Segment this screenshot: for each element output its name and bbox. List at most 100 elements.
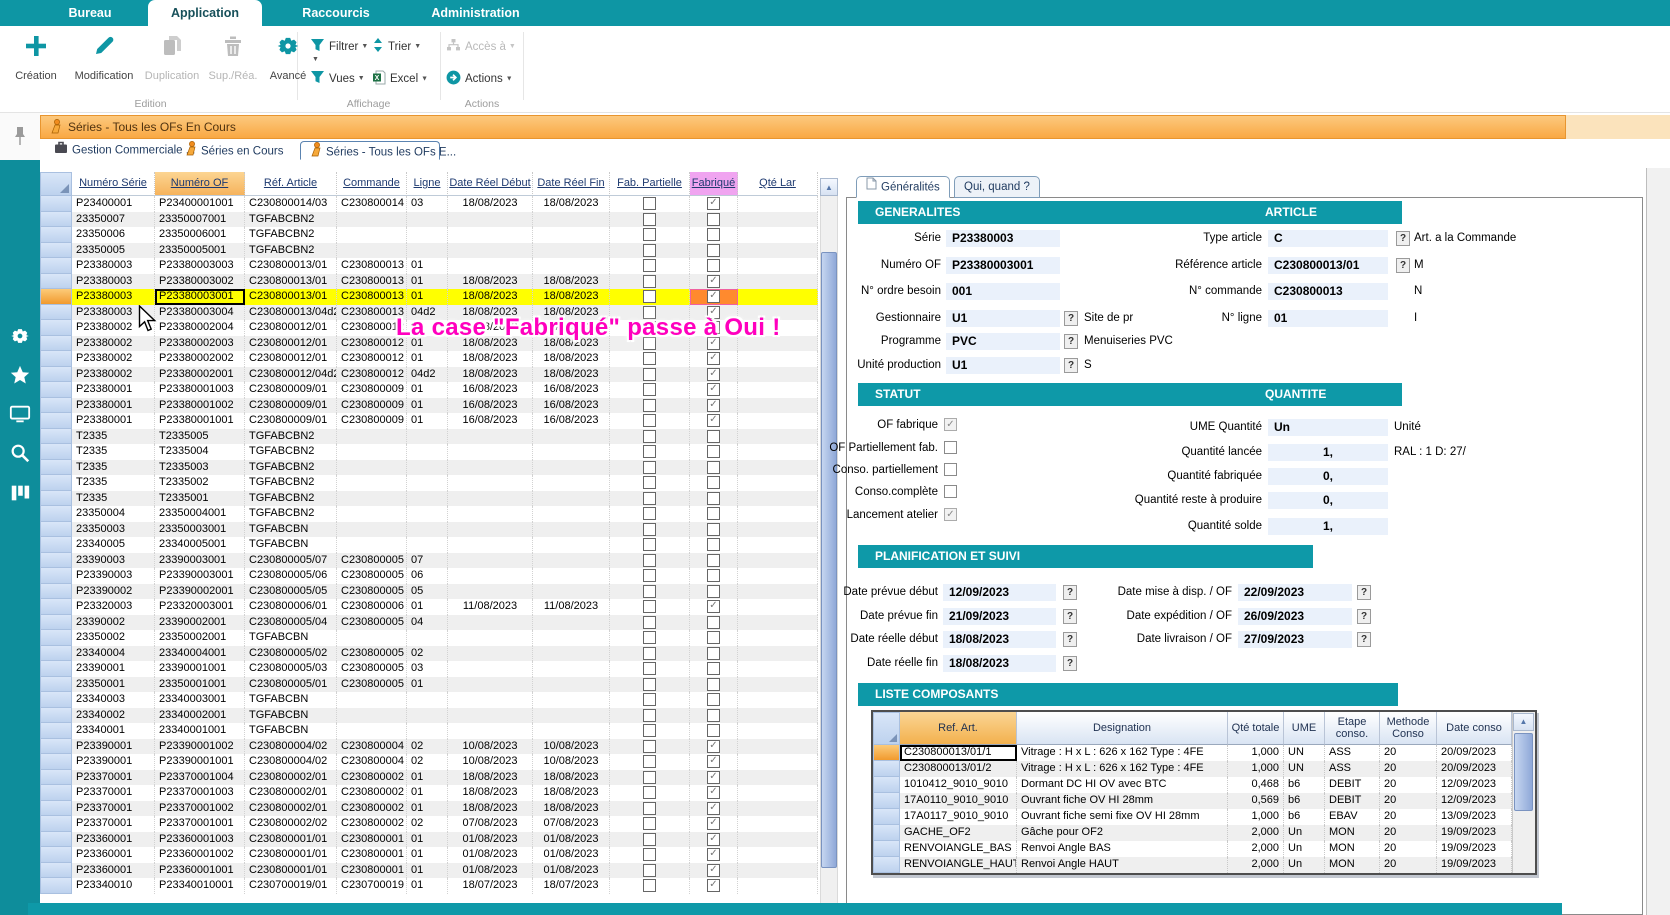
table-row[interactable]: 2334000523340005001TGFABCBN bbox=[40, 537, 818, 553]
field-value-qte-0[interactable]: Un bbox=[1268, 419, 1388, 436]
field-value-plan-l-3[interactable]: 18/08/2023 bbox=[943, 655, 1056, 672]
row-header[interactable] bbox=[40, 289, 72, 305]
checkbox-fabrique[interactable]: ✓ bbox=[707, 197, 720, 210]
table-row[interactable]: P23360001P23360001003C230800001/01C23080… bbox=[40, 832, 818, 848]
field-value-art-0[interactable]: C bbox=[1268, 230, 1388, 247]
statut-checkbox-1[interactable] bbox=[944, 441, 957, 454]
statut-checkbox-4[interactable]: ✓ bbox=[944, 508, 957, 521]
help-button[interactable]: ? bbox=[1396, 258, 1410, 273]
row-header[interactable] bbox=[40, 475, 72, 491]
row-header[interactable] bbox=[40, 801, 72, 817]
row-header[interactable] bbox=[40, 258, 72, 274]
checkbox-fab-partielle[interactable] bbox=[643, 352, 656, 365]
help-button[interactable]: ? bbox=[1064, 358, 1078, 373]
table-row[interactable]: P23370001P23370001003C230800002/01C23080… bbox=[40, 785, 818, 801]
field-value-plan-r-1[interactable]: 26/09/2023 bbox=[1238, 608, 1352, 625]
checkbox-fabrique[interactable] bbox=[707, 709, 720, 722]
table-row[interactable]: 2335000323350003001TGFABCBN bbox=[40, 522, 818, 538]
checkbox-fabrique[interactable]: ✓ bbox=[707, 740, 720, 753]
composant-header-etape-conso-[interactable]: Etape conso. bbox=[1325, 712, 1380, 745]
toolbar-button-vues[interactable]: Vues▼ bbox=[310, 70, 365, 88]
menu-tab-application[interactable]: Application bbox=[148, 0, 262, 26]
table-row[interactable]: 2339000323390003001C230800005/07C2308000… bbox=[40, 553, 818, 569]
panel-tab-2[interactable]: Qui, quand ? bbox=[954, 176, 1040, 198]
composant-row-header[interactable] bbox=[873, 809, 900, 825]
checkbox-fabrique[interactable]: ✓ bbox=[707, 864, 720, 877]
field-value-qte-4[interactable]: 1, bbox=[1268, 518, 1388, 535]
row-header[interactable] bbox=[40, 847, 72, 863]
composant-row-header[interactable] bbox=[873, 777, 900, 793]
composants-scroll-up-arrow[interactable]: ▲ bbox=[1513, 713, 1534, 731]
row-header[interactable] bbox=[40, 878, 72, 894]
checkbox-fabrique[interactable]: ✓ bbox=[707, 817, 720, 830]
checkbox-fabrique[interactable]: ✓ bbox=[707, 786, 720, 799]
toolbar-button-filtrer[interactable]: Filtrer▼ bbox=[310, 38, 368, 56]
checkbox-fab-partielle[interactable] bbox=[643, 259, 656, 272]
table-row[interactable]: P23360001P23360001001C230800001/01C23080… bbox=[40, 863, 818, 879]
statut-checkbox-3[interactable] bbox=[944, 485, 957, 498]
checkbox-fabrique[interactable] bbox=[707, 678, 720, 691]
doc-tab-1[interactable]: Gestion Commerciale ... bbox=[46, 141, 174, 160]
table-row[interactable]: P23370001P23370001001C230800002/02C23080… bbox=[40, 816, 818, 832]
help-button[interactable]: ? bbox=[1357, 609, 1371, 624]
composant-header-methode-conso[interactable]: Methode Conso bbox=[1380, 712, 1437, 745]
composant-row-header[interactable] bbox=[873, 745, 900, 761]
column-header-qt-lar[interactable]: Qté Lar bbox=[738, 172, 818, 196]
checkbox-fabrique[interactable]: ✓ bbox=[707, 833, 720, 846]
toolbar-button-actions[interactable]: Actions▼ bbox=[446, 70, 513, 88]
table-row[interactable]: P23380001P23380001002C230800009/01C23080… bbox=[40, 398, 818, 414]
checkbox-fabrique[interactable] bbox=[707, 213, 720, 226]
checkbox-fab-partielle[interactable] bbox=[643, 290, 656, 303]
checkbox-fab-partielle[interactable] bbox=[643, 817, 656, 830]
column-header-commande[interactable]: Commande bbox=[337, 172, 407, 196]
row-header[interactable] bbox=[40, 816, 72, 832]
checkbox-fab-partielle[interactable] bbox=[643, 538, 656, 551]
column-header-num-ro-of[interactable]: Numéro OF bbox=[155, 172, 245, 196]
checkbox-fab-partielle[interactable] bbox=[643, 755, 656, 768]
table-row[interactable]: 2334000323340003001TGFABCBN bbox=[40, 692, 818, 708]
checkbox-fab-partielle[interactable] bbox=[643, 740, 656, 753]
checkbox-fab-partielle[interactable] bbox=[643, 786, 656, 799]
row-header[interactable] bbox=[40, 739, 72, 755]
column-header-fabriqu-[interactable]: Fabriqué bbox=[690, 172, 738, 196]
field-value-gen-5[interactable]: U1 bbox=[946, 357, 1060, 374]
column-header-r-f-article[interactable]: Réf. Article bbox=[245, 172, 337, 196]
doc-tab-3[interactable]: Séries - Tous les OFs E... bbox=[300, 141, 440, 160]
checkbox-fabrique[interactable]: ✓ bbox=[707, 802, 720, 815]
help-button[interactable]: ? bbox=[1396, 231, 1410, 246]
checkbox-fab-partielle[interactable] bbox=[643, 244, 656, 257]
row-header[interactable] bbox=[40, 196, 72, 212]
panel-right-gutter[interactable] bbox=[1646, 168, 1670, 915]
row-header[interactable] bbox=[40, 382, 72, 398]
menu-tab-raccourcis[interactable]: Raccourcis bbox=[285, 0, 387, 26]
checkbox-fabrique[interactable] bbox=[707, 569, 720, 582]
row-header[interactable] bbox=[40, 444, 72, 460]
menu-tab-administration[interactable]: Administration bbox=[418, 0, 533, 26]
checkbox-fab-partielle[interactable] bbox=[643, 476, 656, 489]
panel-tab-1[interactable]: Généralités bbox=[856, 176, 950, 198]
table-row[interactable]: P23400001P23400001001C230800014/03C23080… bbox=[40, 196, 818, 212]
chevron-down-icon[interactable]: ▼ bbox=[506, 76, 513, 83]
row-header[interactable] bbox=[40, 630, 72, 646]
star-icon[interactable] bbox=[9, 364, 31, 386]
checkbox-fab-partielle[interactable] bbox=[643, 833, 656, 846]
gear-icon[interactable] bbox=[9, 325, 31, 347]
checkbox-fab-partielle[interactable] bbox=[643, 430, 656, 443]
menu-tab-bureau[interactable]: Bureau bbox=[40, 0, 140, 26]
column-header-date-r-el-d-but[interactable]: Date Réel Début bbox=[448, 172, 533, 196]
checkbox-fab-partielle[interactable] bbox=[643, 848, 656, 861]
composant-header-ume[interactable]: UME bbox=[1284, 712, 1325, 745]
row-header[interactable] bbox=[40, 305, 72, 321]
composant-header-designation[interactable]: Designation bbox=[1017, 712, 1228, 745]
table-row[interactable]: P23370001P23370001002C230800002/01C23080… bbox=[40, 801, 818, 817]
composant-row-header[interactable] bbox=[873, 761, 900, 777]
chevron-down-icon[interactable]: ▼ bbox=[312, 56, 319, 63]
table-row[interactable]: 2335000123350001001C230800005/01C2308000… bbox=[40, 677, 818, 693]
row-header[interactable] bbox=[40, 398, 72, 414]
row-header[interactable] bbox=[40, 599, 72, 615]
checkbox-fab-partielle[interactable] bbox=[643, 802, 656, 815]
row-header[interactable] bbox=[40, 708, 72, 724]
doc-tab-2[interactable]: Séries en Cours bbox=[176, 141, 296, 160]
checkbox-fabrique[interactable]: ✓ bbox=[707, 879, 720, 892]
row-header[interactable] bbox=[40, 646, 72, 662]
